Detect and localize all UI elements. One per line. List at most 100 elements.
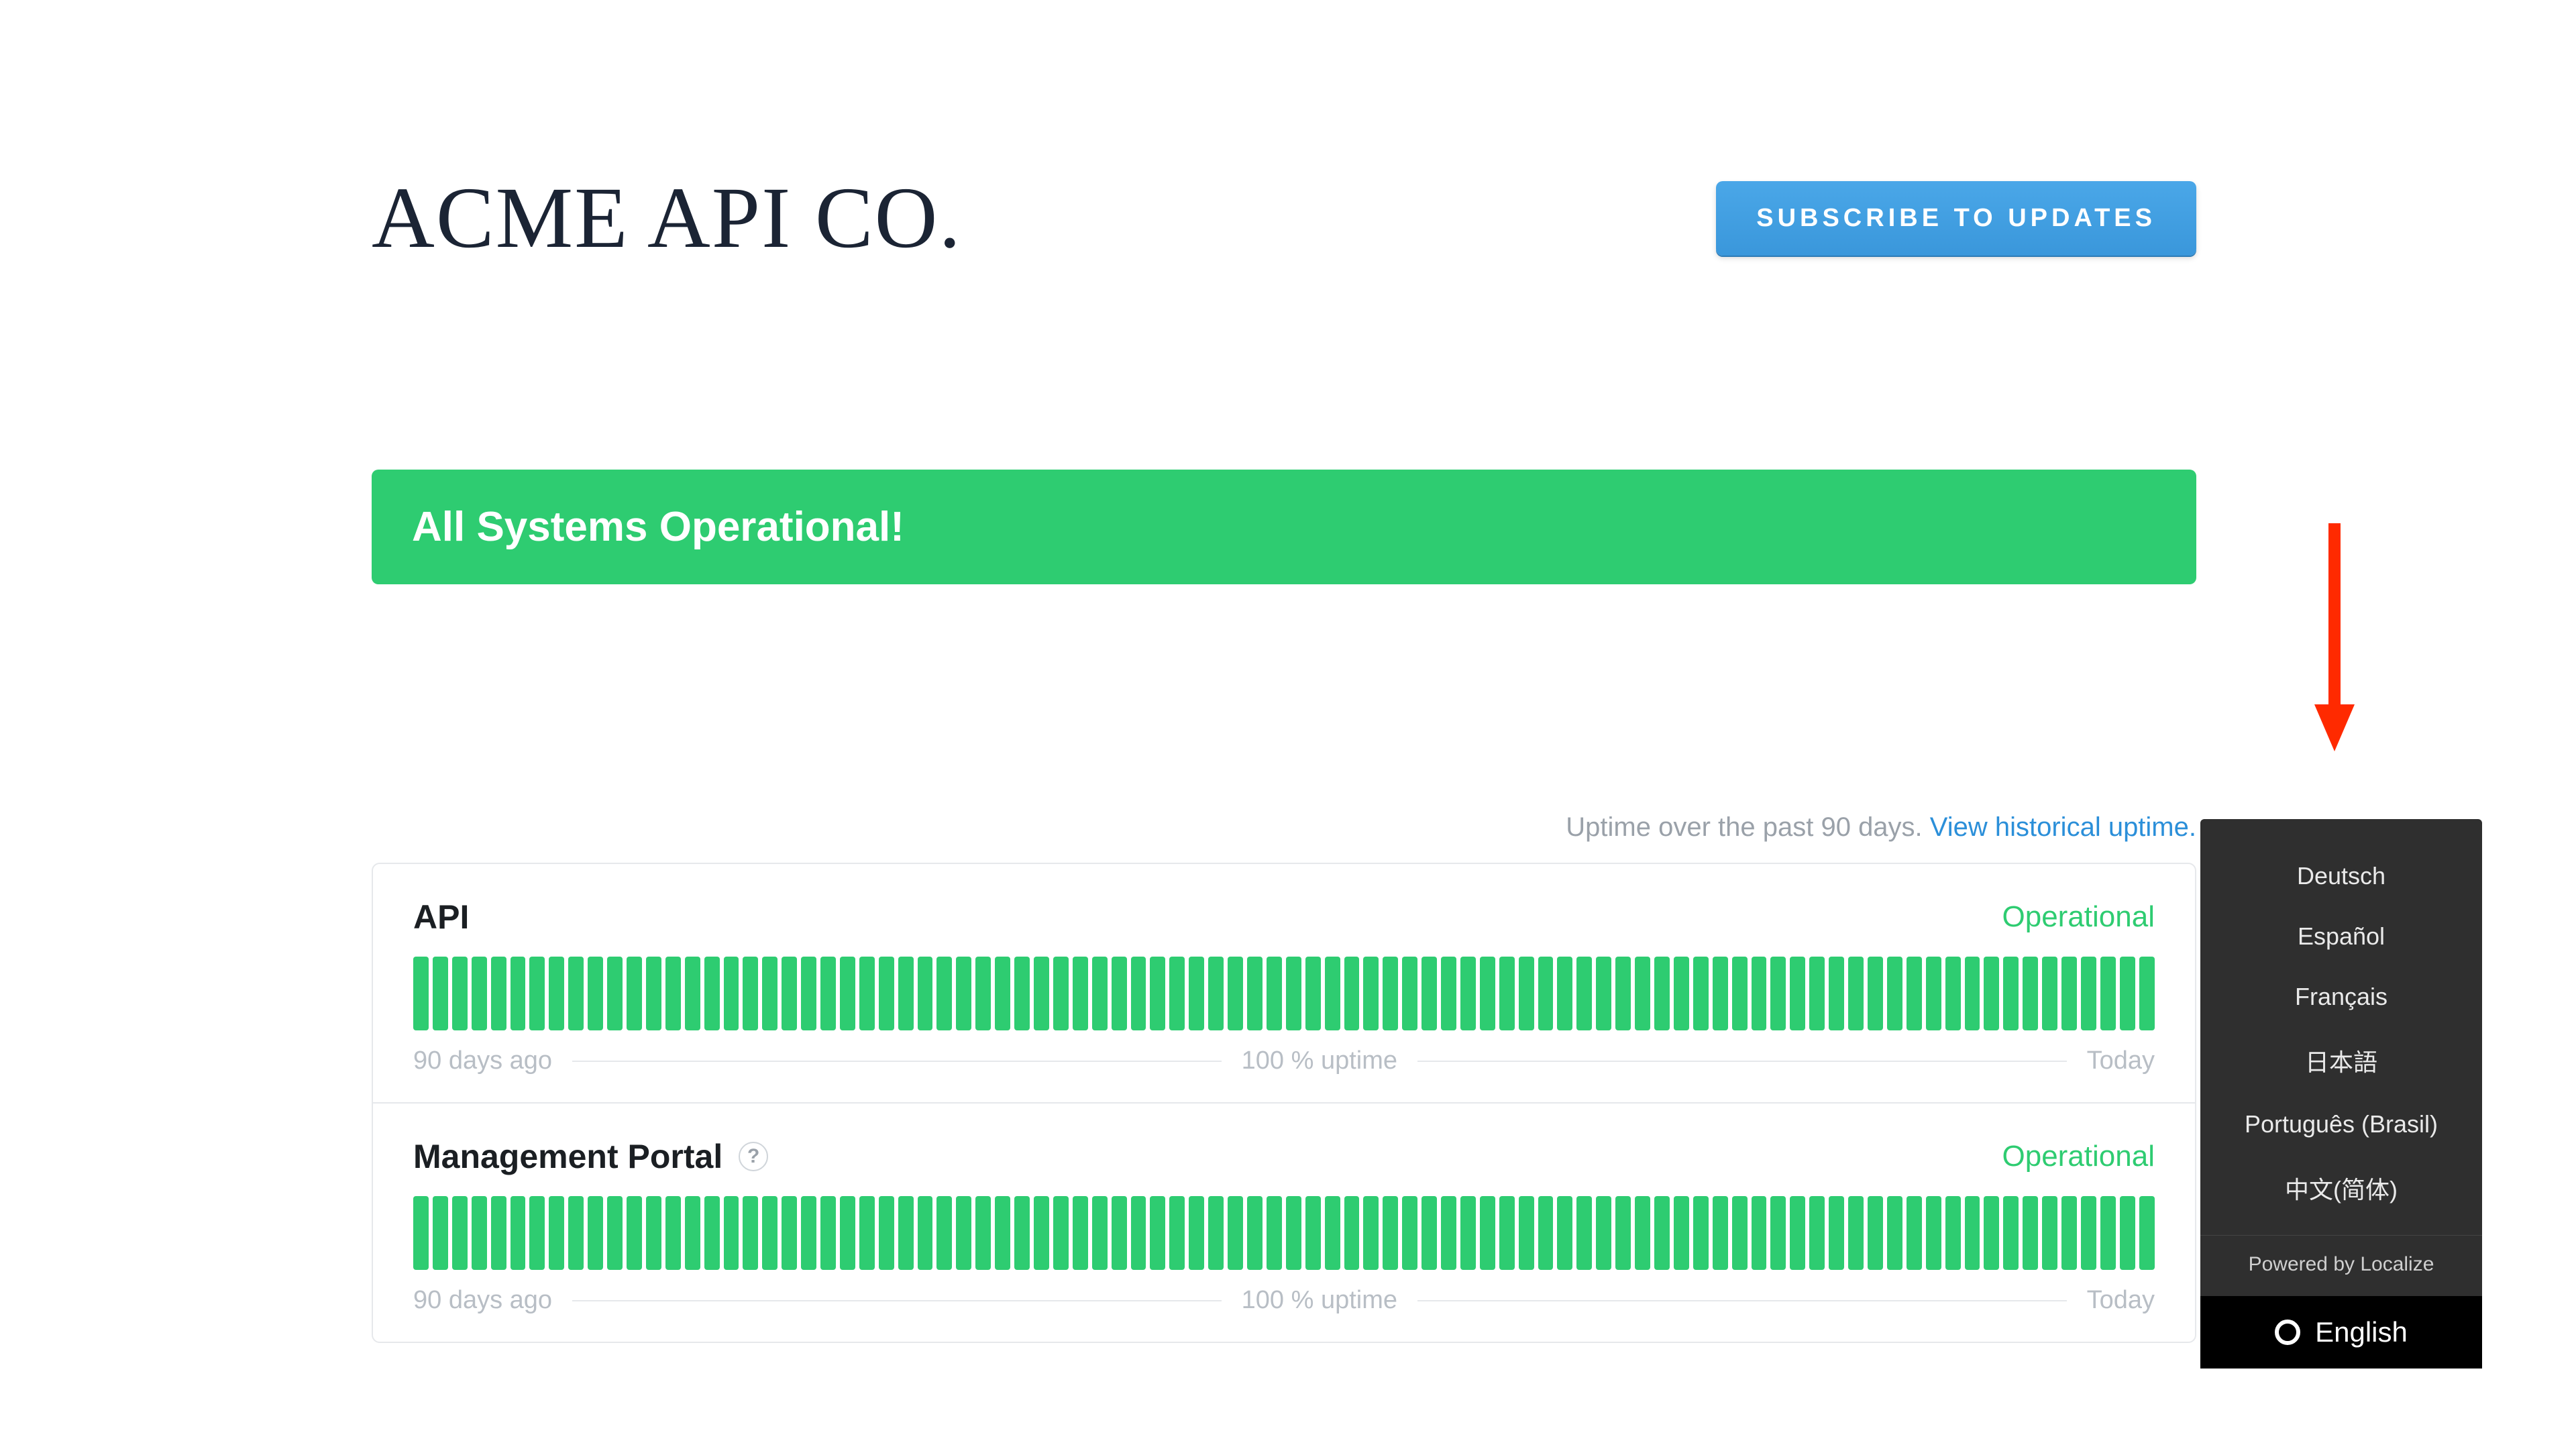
- uptime-bar: [1053, 957, 1069, 1030]
- uptime-bar: [511, 957, 526, 1030]
- uptime-bar: [627, 1196, 642, 1270]
- uptime-bar: [1926, 1196, 1941, 1270]
- uptime-bar: [1305, 1196, 1321, 1270]
- uptime-bar: [724, 957, 739, 1030]
- language-option[interactable]: Español: [2200, 906, 2482, 967]
- uptime-bar: [491, 1196, 506, 1270]
- uptime-bar: [2081, 1196, 2096, 1270]
- uptime-bar: [1092, 957, 1108, 1030]
- uptime-bar: [1713, 1196, 1728, 1270]
- subscribe-button[interactable]: SUBSCRIBE TO UPDATES: [1716, 181, 2196, 256]
- uptime-bar: [2139, 1196, 2155, 1270]
- language-option[interactable]: Deutsch: [2200, 846, 2482, 906]
- uptime-bar: [1907, 957, 1922, 1030]
- foot-right-label: Today: [2087, 1286, 2155, 1315]
- uptime-bar: [1480, 957, 1495, 1030]
- uptime-bar: [529, 1196, 545, 1270]
- uptime-bar: [2061, 1196, 2077, 1270]
- uptime-bar: [1674, 1196, 1689, 1270]
- uptime-bar: [2003, 1196, 2019, 1270]
- uptime-bar: [936, 1196, 952, 1270]
- uptime-bar: [1460, 1196, 1476, 1270]
- uptime-bar: [1557, 957, 1572, 1030]
- uptime-bar: [1984, 1196, 1999, 1270]
- language-option[interactable]: Português (Brasil): [2200, 1094, 2482, 1155]
- uptime-bar: [433, 1196, 448, 1270]
- language-option[interactable]: 中文(简体): [2200, 1155, 2482, 1222]
- uptime-bar: [1073, 957, 1088, 1030]
- uptime-bar: [685, 1196, 700, 1270]
- uptime-bar: [2139, 957, 2155, 1030]
- divider: [572, 1061, 1222, 1062]
- uptime-bar: [549, 1196, 564, 1270]
- uptime-bar: [956, 1196, 971, 1270]
- foot-left-label: 90 days ago: [413, 1286, 552, 1315]
- uptime-bar: [1480, 1196, 1495, 1270]
- uptime-bar: [1073, 1196, 1088, 1270]
- uptime-bar: [704, 1196, 720, 1270]
- uptime-bar: [1383, 957, 1398, 1030]
- uptime-bar: [1053, 1196, 1069, 1270]
- uptime-bar: [1112, 957, 1127, 1030]
- uptime-bar: [1809, 957, 1825, 1030]
- uptime-bar: [1325, 1196, 1340, 1270]
- uptime-bar: [1557, 1196, 1572, 1270]
- uptime-bar: [646, 1196, 661, 1270]
- uptime-bar: [1499, 1196, 1515, 1270]
- language-option[interactable]: 日本語: [2200, 1027, 2482, 1094]
- uptime-bar: [995, 957, 1010, 1030]
- uptime-bar: [975, 1196, 991, 1270]
- components-list: API Operational 90 days ago 100 % uptime…: [372, 863, 2196, 1343]
- uptime-bar: [704, 957, 720, 1030]
- uptime-bar: [1770, 957, 1786, 1030]
- uptime-bar: [1887, 957, 1902, 1030]
- uptime-bar: [1208, 957, 1224, 1030]
- uptime-bar: [1519, 957, 1534, 1030]
- uptime-bar: [1713, 957, 1728, 1030]
- uptime-bar: [1383, 1196, 1398, 1270]
- uptime-bar: [1034, 1196, 1049, 1270]
- uptime-bar: [743, 1196, 758, 1270]
- uptime-bar: [1615, 957, 1631, 1030]
- uptime-bar: [568, 1196, 584, 1270]
- uptime-bar: [2100, 1196, 2116, 1270]
- uptime-bar: [1752, 1196, 1767, 1270]
- uptime-bar: [1189, 1196, 1204, 1270]
- uptime-bar: [588, 957, 603, 1030]
- uptime-bar: [743, 957, 758, 1030]
- view-historical-uptime-link[interactable]: View historical uptime.: [1930, 812, 2196, 842]
- uptime-bar: [607, 957, 623, 1030]
- uptime-bar: [2003, 957, 2019, 1030]
- uptime-bar: [452, 957, 468, 1030]
- uptime-bar: [1674, 957, 1689, 1030]
- uptime-bar: [1887, 1196, 1902, 1270]
- language-option[interactable]: Français: [2200, 967, 2482, 1027]
- uptime-bar: [1829, 1196, 1844, 1270]
- help-icon[interactable]: ?: [739, 1142, 768, 1171]
- uptime-bar: [879, 1196, 894, 1270]
- uptime-bar: [820, 1196, 836, 1270]
- current-language-button[interactable]: English: [2200, 1296, 2482, 1368]
- uptime-bar: [1693, 1196, 1709, 1270]
- uptime-bar: [782, 957, 797, 1030]
- uptime-bar: [1926, 957, 1941, 1030]
- uptime-bar: [1363, 957, 1379, 1030]
- uptime-bar: [1499, 957, 1515, 1030]
- uptime-bar: [918, 957, 933, 1030]
- uptime-bar: [452, 1196, 468, 1270]
- uptime-bar: [685, 957, 700, 1030]
- foot-left-label: 90 days ago: [413, 1046, 552, 1075]
- uptime-bar: [2081, 957, 2096, 1030]
- uptime-bar: [1441, 1196, 1456, 1270]
- uptime-bar: [840, 957, 855, 1030]
- uptime-bar: [413, 957, 429, 1030]
- uptime-bar: [1441, 957, 1456, 1030]
- uptime-caption-text: Uptime over the past 90 days.: [1566, 812, 1930, 842]
- uptime-bar: [1150, 957, 1165, 1030]
- component-name-label: API: [413, 898, 469, 936]
- powered-by-label: Powered by Localize: [2200, 1235, 2482, 1296]
- uptime-bar: [472, 957, 487, 1030]
- uptime-bar: [2023, 957, 2038, 1030]
- uptime-bar: [1034, 957, 1049, 1030]
- uptime-bar: [665, 957, 681, 1030]
